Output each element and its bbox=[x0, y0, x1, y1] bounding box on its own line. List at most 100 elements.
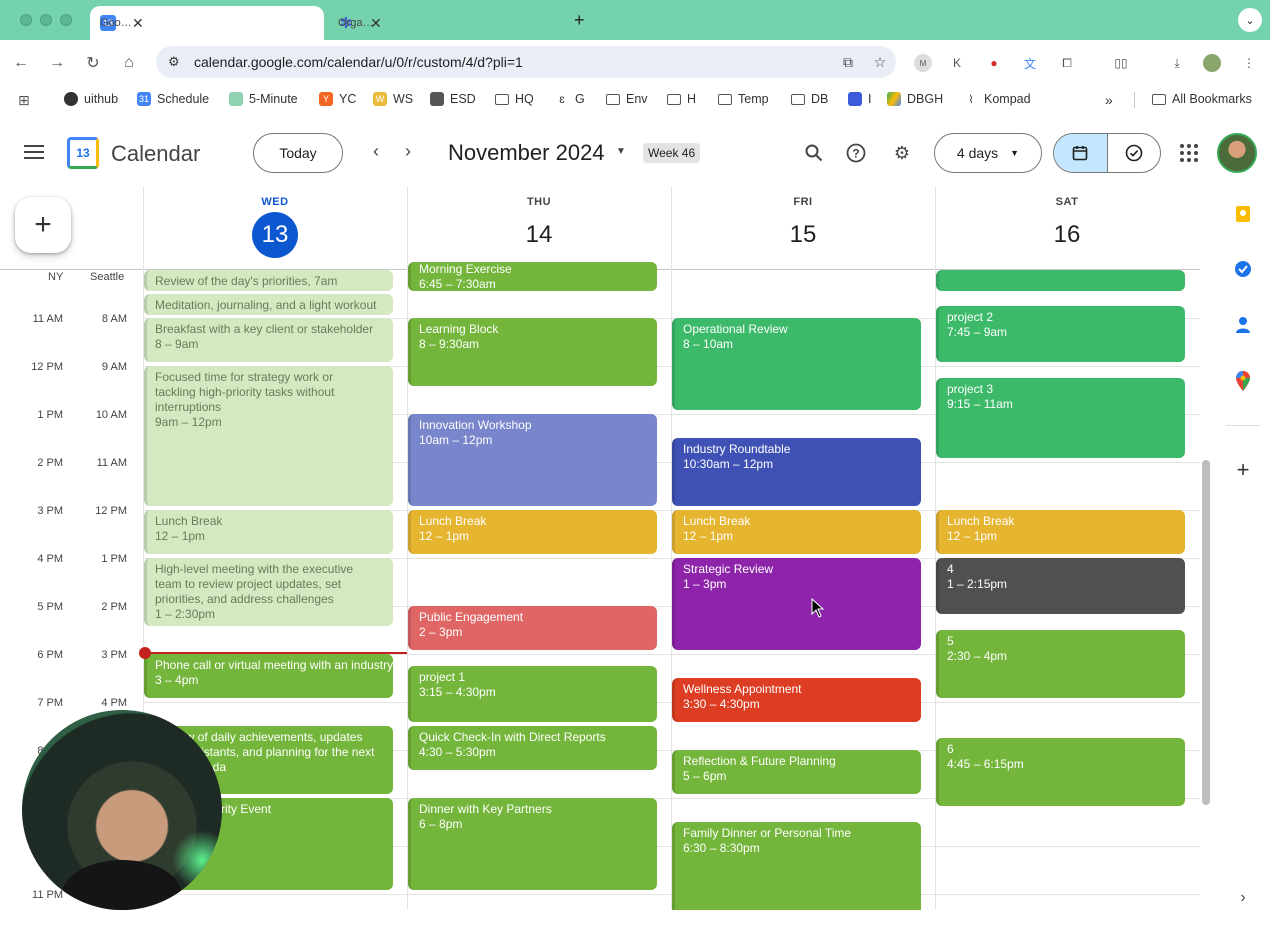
main-menu-icon[interactable] bbox=[24, 145, 44, 163]
home-icon[interactable]: ⌂ bbox=[118, 52, 140, 74]
bookmark-db[interactable]: DB bbox=[791, 92, 828, 106]
create-event-button[interactable]: + bbox=[15, 197, 71, 253]
bookmark-star-icon[interactable]: ☆ bbox=[864, 54, 896, 71]
address-bar[interactable]: ⚙ calendar.google.com/calendar/u/0/r/cus… bbox=[156, 46, 896, 78]
event-wed-breakfast[interactable]: Breakfast with a key client or stakehold… bbox=[144, 318, 393, 362]
browser-tab-organize[interactable]: ✻ Organize Your Google Calend ✕ bbox=[328, 6, 564, 40]
event-wed-lunch[interactable]: Lunch Break 12 – 1pm bbox=[144, 510, 393, 554]
window-minimize-button[interactable] bbox=[40, 14, 52, 26]
extension-icon[interactable]: M bbox=[914, 54, 932, 72]
day-number[interactable]: 13 bbox=[252, 212, 298, 258]
bookmark-esd[interactable]: ESD bbox=[430, 92, 476, 106]
event-sat-6[interactable]: 6 4:45 – 6:15pm bbox=[936, 738, 1185, 806]
extension-badge-icon[interactable]: ● bbox=[985, 54, 1003, 72]
tab-search-icon[interactable]: ⌄ bbox=[1238, 8, 1262, 32]
reload-icon[interactable]: ↻ bbox=[82, 52, 104, 74]
contacts-icon[interactable] bbox=[1234, 316, 1252, 334]
day-number[interactable]: 15 bbox=[780, 212, 826, 258]
event-wed-exec-meeting[interactable]: High-level meeting with the executive te… bbox=[144, 558, 393, 626]
event-thu-public-engagement[interactable]: Public Engagement 2 – 3pm bbox=[408, 606, 657, 650]
open-in-app-icon[interactable]: ⧉ bbox=[832, 54, 864, 71]
event-thu-morning-exercise[interactable]: Morning Exercise 6:45 – 7:30am bbox=[408, 262, 657, 291]
keep-icon[interactable] bbox=[1234, 205, 1252, 223]
event-sat-4[interactable]: 41 – 2:15pm bbox=[936, 558, 1185, 614]
event-wed-meditation[interactable]: Meditation, journaling, and a light work… bbox=[144, 294, 393, 315]
next-period-icon[interactable]: › bbox=[405, 141, 411, 162]
apps-grid-icon[interactable]: ⊞ bbox=[18, 92, 30, 109]
avatar[interactable] bbox=[1217, 133, 1257, 173]
event-fri-wellness[interactable]: Wellness Appointment 3:30 – 4:30pm bbox=[672, 678, 921, 722]
event-thu-learning-block[interactable]: Learning Block 8 – 9:30am bbox=[408, 318, 657, 386]
bookmark-uithub[interactable]: uithub bbox=[64, 92, 118, 106]
download-icon[interactable]: ⤓ bbox=[1168, 54, 1186, 72]
bookmark-hq[interactable]: HQ bbox=[495, 92, 534, 106]
event-thu-check-in[interactable]: Quick Check-In with Direct Reports 4:30 –… bbox=[408, 726, 657, 770]
grid-scrollbar[interactable] bbox=[1202, 460, 1210, 805]
bookmark-kompad[interactable]: ⌇ Kompad bbox=[964, 92, 1031, 106]
translate-icon[interactable]: 文 bbox=[1021, 54, 1039, 72]
day-number[interactable]: 14 bbox=[516, 212, 562, 258]
event-fri-lunch[interactable]: Lunch Break 12 – 1pm bbox=[672, 510, 921, 554]
bookmark-ws[interactable]: W WS bbox=[373, 92, 413, 106]
day-header-thu[interactable]: THU 14 bbox=[407, 196, 671, 258]
bookmark-h[interactable]: H bbox=[667, 92, 696, 106]
event-thu-dinner-partners[interactable]: Dinner with Key Partners 6 – 8pm bbox=[408, 798, 657, 890]
event-thu-lunch[interactable]: Lunch Break 12 – 1pm bbox=[408, 510, 657, 554]
search-icon[interactable] bbox=[803, 142, 825, 164]
bookmark-i[interactable]: I bbox=[848, 92, 871, 106]
event-sat-early[interactable] bbox=[936, 270, 1185, 291]
event-sat-project-2[interactable]: project 2 7:45 – 9am bbox=[936, 306, 1185, 362]
event-fri-reflection[interactable]: Reflection & Future Planning 5 – 6pm bbox=[672, 750, 921, 794]
event-sat-5[interactable]: 5 2:30 – 4pm bbox=[936, 630, 1185, 698]
settings-gear-icon[interactable]: ⚙ bbox=[891, 142, 913, 164]
bookmark-env[interactable]: Env bbox=[606, 92, 648, 106]
new-tab-icon[interactable]: + bbox=[574, 10, 585, 31]
month-label[interactable]: November 2024 bbox=[448, 140, 605, 166]
google-apps-icon[interactable] bbox=[1180, 144, 1198, 162]
tasks-view-icon[interactable] bbox=[1108, 134, 1161, 172]
bookmark-yc[interactable]: Y YC bbox=[319, 92, 356, 106]
reading-list-icon[interactable]: ▯▯ bbox=[1112, 54, 1130, 72]
tasks-icon[interactable] bbox=[1234, 260, 1252, 278]
calendar-tasks-toggle[interactable] bbox=[1053, 133, 1161, 173]
event-sat-project-3[interactable]: project 3 9:15 – 11am bbox=[936, 378, 1185, 458]
day-number[interactable]: 16 bbox=[1044, 212, 1090, 258]
window-close-button[interactable] bbox=[20, 14, 32, 26]
event-fri-operational-review[interactable]: Operational Review 8 – 10am bbox=[672, 318, 921, 410]
bookmark-dbgh[interactable]: DBGH bbox=[887, 92, 943, 106]
day-header-sat[interactable]: SAT 16 bbox=[935, 196, 1199, 258]
bookmark-5-minute[interactable]: 5-Minute bbox=[229, 92, 298, 106]
event-fri-strategic-review[interactable]: Strategic Review 1 – 3pm bbox=[672, 558, 921, 650]
profile-icon[interactable] bbox=[1203, 54, 1221, 72]
event-wed-review[interactable]: Review of the day's priorities, 7am bbox=[144, 270, 393, 291]
browser-tab-calendar[interactable]: 13 Google Calendar - 4 days, sta ✕ bbox=[90, 6, 324, 40]
day-header-fri[interactable]: FRI 15 bbox=[671, 196, 935, 258]
event-thu-project-1[interactable]: project 1 3:15 – 4:30pm bbox=[408, 666, 657, 722]
chevron-down-icon[interactable]: ▼ bbox=[616, 146, 626, 157]
bookmark-g[interactable]: ɛG bbox=[555, 92, 585, 106]
site-info-icon[interactable]: ⚙ bbox=[168, 54, 186, 70]
event-sat-lunch[interactable]: Lunch Break 12 – 1pm bbox=[936, 510, 1185, 554]
window-zoom-button[interactable] bbox=[60, 14, 72, 26]
browser-menu-icon[interactable]: ⋮ bbox=[1240, 54, 1258, 72]
event-fri-family-dinner[interactable]: Family Dinner or Personal Time 6:30 – 8:3… bbox=[672, 822, 921, 910]
previous-period-icon[interactable]: ‹ bbox=[373, 141, 379, 162]
event-wed-phone-call[interactable]: Phone call or virtual meeting with an in… bbox=[144, 654, 393, 698]
chevron-right-icon[interactable]: › bbox=[1234, 889, 1252, 907]
back-icon[interactable]: ← bbox=[10, 52, 32, 74]
add-addon-icon[interactable]: + bbox=[1234, 457, 1252, 482]
event-fri-industry-roundtable[interactable]: Industry Roundtable 10:30am – 12pm bbox=[672, 438, 921, 506]
bookmark-temp[interactable]: Temp bbox=[718, 92, 769, 106]
today-button[interactable]: Today bbox=[253, 133, 343, 173]
calendar-view-icon[interactable] bbox=[1054, 134, 1108, 172]
bookmarks-overflow-icon[interactable]: » bbox=[1105, 92, 1113, 108]
extension-k-icon[interactable]: K bbox=[948, 54, 966, 72]
forward-icon[interactable]: → bbox=[46, 52, 68, 74]
event-thu-innovation-workshop[interactable]: Innovation Workshop 10am – 12pm bbox=[408, 414, 657, 506]
view-selector-button[interactable]: 4 days ▼ bbox=[934, 133, 1042, 173]
help-icon[interactable]: ? bbox=[845, 142, 867, 164]
maps-icon[interactable] bbox=[1234, 371, 1252, 391]
event-wed-focused-time[interactable]: Focused time for strategy work or tackli… bbox=[144, 366, 393, 506]
day-header-wed[interactable]: WED 13 bbox=[143, 196, 407, 258]
extensions-puzzle-icon[interactable]: ⧠ bbox=[1058, 54, 1076, 72]
